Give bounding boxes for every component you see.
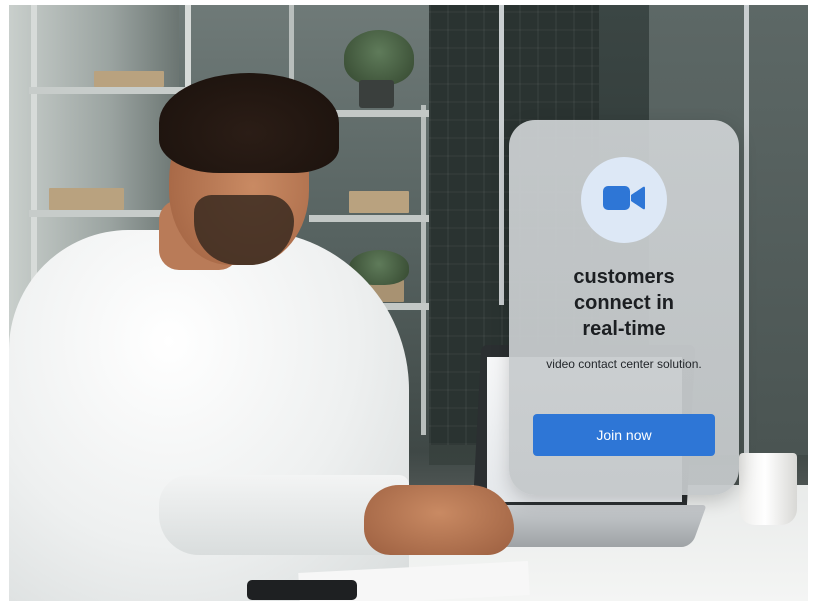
plant-pot xyxy=(359,80,394,108)
person-hand xyxy=(364,485,514,555)
book-stack xyxy=(349,191,409,213)
join-now-button[interactable]: Join now xyxy=(533,414,715,456)
glass-frame xyxy=(744,5,749,455)
card-subtitle: video contact center solution. xyxy=(546,357,702,371)
person-hair xyxy=(159,73,339,173)
shelf-board xyxy=(309,215,429,222)
video-camera-icon xyxy=(603,184,645,217)
shelf-post xyxy=(421,105,426,435)
book-stack xyxy=(49,188,124,210)
smartphone xyxy=(247,580,357,600)
icon-badge xyxy=(581,157,667,243)
shelf-board xyxy=(29,87,189,94)
coffee-mug xyxy=(739,453,797,525)
book-stack xyxy=(94,71,164,87)
card-title: customers connect in real-time xyxy=(573,266,675,340)
glass-frame xyxy=(499,5,504,305)
plant xyxy=(344,30,414,85)
promo-card: customers connect in real-time video con… xyxy=(509,120,739,495)
